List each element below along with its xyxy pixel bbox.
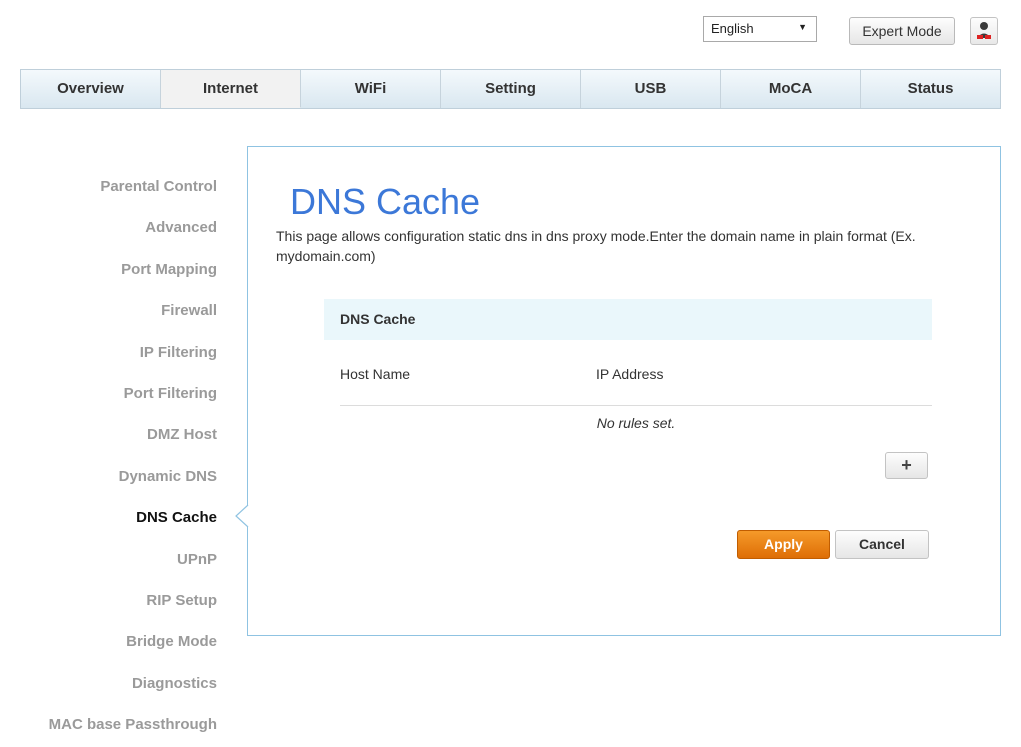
tab-internet[interactable]: Internet xyxy=(161,70,301,108)
sidebar-item-bridge-mode[interactable]: Bridge Mode xyxy=(0,621,217,662)
sidebar-item-ip-filtering[interactable]: IP Filtering xyxy=(0,332,217,373)
tab-status[interactable]: Status xyxy=(861,70,1000,108)
expert-mode-button[interactable]: Expert Mode xyxy=(849,17,955,45)
sidebar-item-port-mapping[interactable]: Port Mapping xyxy=(0,249,217,290)
dropdown-arrow-icon: ▼ xyxy=(798,22,807,32)
sidebar-item-rip-setup[interactable]: RIP Setup xyxy=(0,580,217,621)
sidebar-item-dmz-host[interactable]: DMZ Host xyxy=(0,414,217,455)
column-header-ip-address: IP Address xyxy=(596,366,664,382)
language-value: English xyxy=(711,21,754,36)
sidebar-item-dynamic-dns[interactable]: Dynamic DNS xyxy=(0,456,217,497)
tab-usb[interactable]: USB xyxy=(581,70,721,108)
table-divider xyxy=(340,405,932,406)
sidebar-item-diagnostics[interactable]: Diagnostics xyxy=(0,663,217,704)
sidebar-item-parental-control[interactable]: Parental Control xyxy=(0,166,217,207)
column-header-host-name: Host Name xyxy=(340,366,411,382)
cancel-button[interactable]: Cancel xyxy=(835,530,929,559)
tab-moca[interactable]: MoCA xyxy=(721,70,861,108)
sidebar-item-port-filtering[interactable]: Port Filtering xyxy=(0,373,217,414)
active-pointer xyxy=(235,505,249,527)
sidebar-item-firewall[interactable]: Firewall xyxy=(0,290,217,331)
main-nav: Overview Internet WiFi Setting USB MoCA … xyxy=(20,69,1001,109)
empty-rules-message: No rules set. xyxy=(596,415,676,431)
tab-wifi[interactable]: WiFi xyxy=(301,70,441,108)
card-header: DNS Cache xyxy=(324,299,932,340)
user-icon xyxy=(977,22,991,39)
sidebar-item-dns-cache[interactable]: DNS Cache xyxy=(0,497,217,538)
sidebar-item-advanced[interactable]: Advanced xyxy=(0,207,217,248)
sidebar-item-mac-base-passthrough[interactable]: MAC base Passthrough xyxy=(0,704,217,745)
language-select[interactable]: English ▼ xyxy=(703,16,817,42)
page-description: This page allows configuration static dn… xyxy=(276,228,916,264)
add-rule-button[interactable]: + xyxy=(885,452,928,479)
apply-button[interactable]: Apply xyxy=(737,530,830,559)
tab-setting[interactable]: Setting xyxy=(441,70,581,108)
sidebar: Parental Control Advanced Port Mapping F… xyxy=(0,166,217,745)
tab-overview[interactable]: Overview xyxy=(21,70,161,108)
page-title: DNS Cache xyxy=(290,181,481,222)
user-button[interactable] xyxy=(970,17,998,45)
plus-icon: + xyxy=(901,455,912,475)
sidebar-item-upnp[interactable]: UPnP xyxy=(0,539,217,580)
